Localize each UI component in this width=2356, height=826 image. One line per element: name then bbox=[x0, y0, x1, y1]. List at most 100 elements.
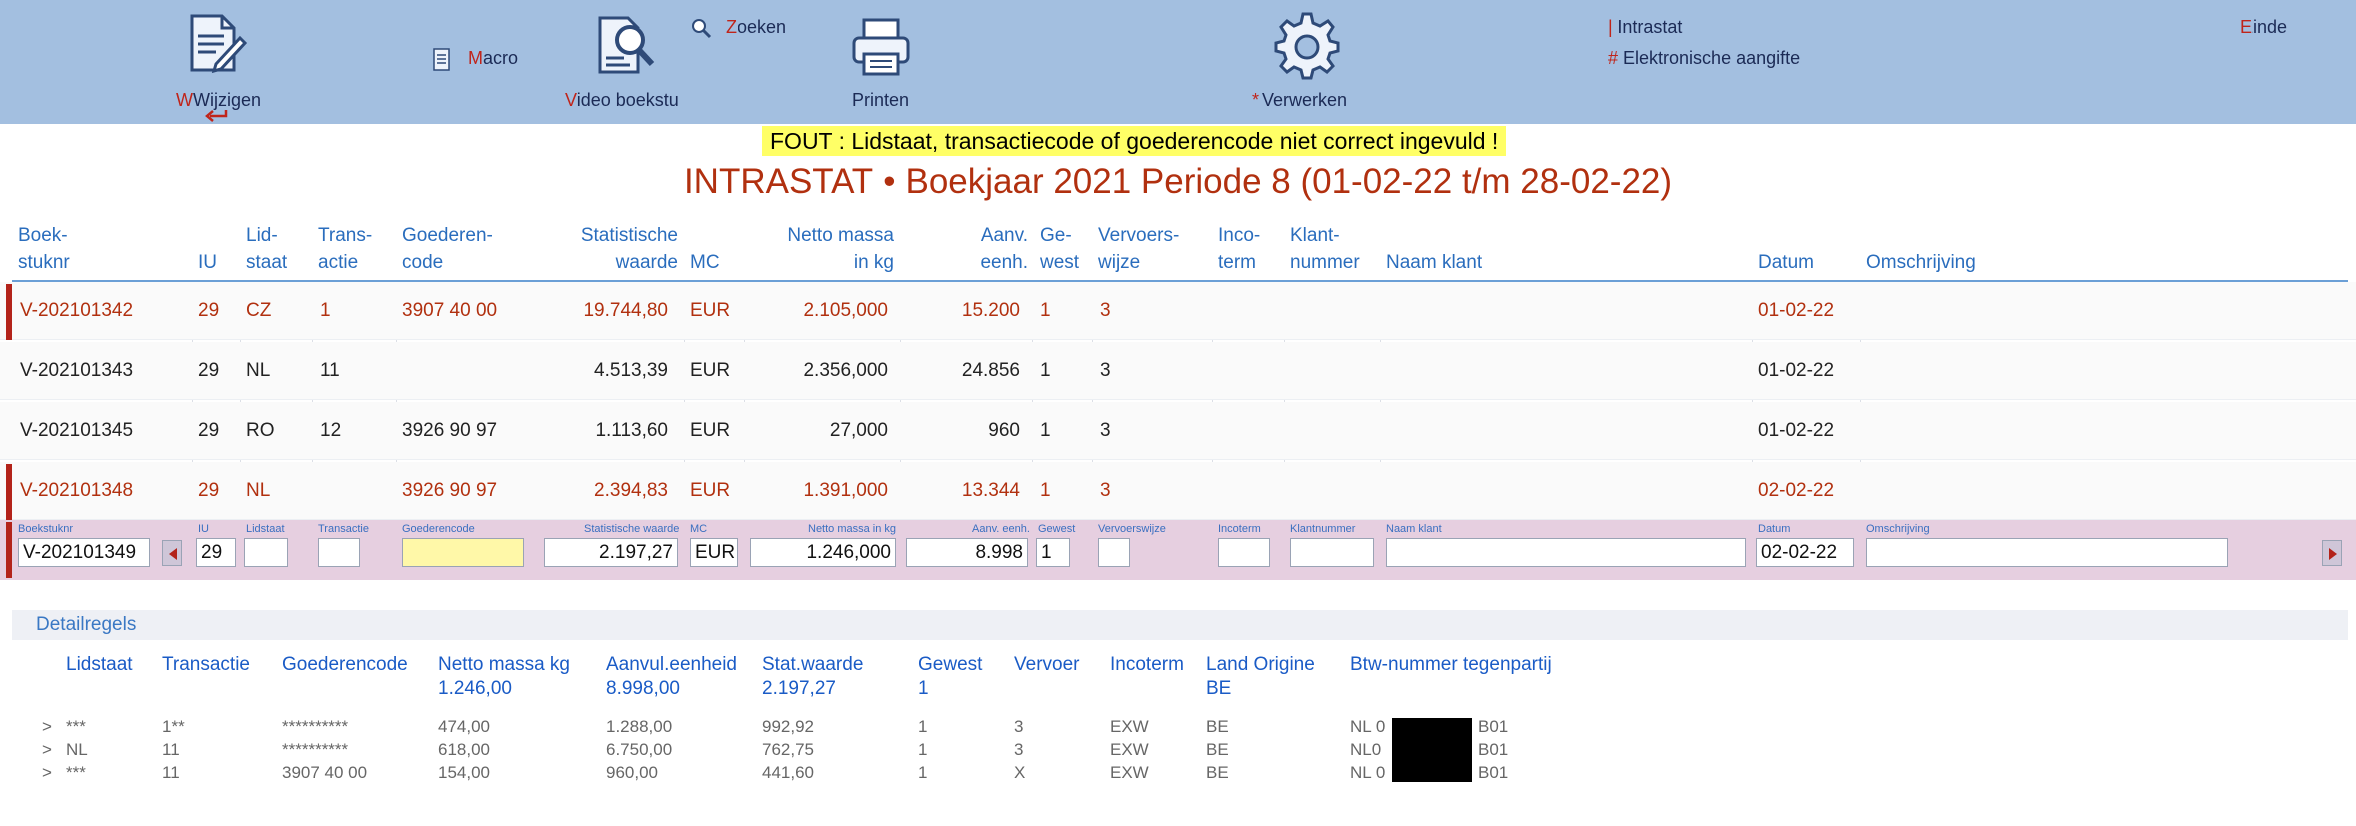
detail-incoterm: EXW bbox=[1110, 717, 1149, 736]
col-lidstaat[interactable]: Lid-staat bbox=[246, 222, 287, 276]
intrastat-link[interactable]: || Intrastat bbox=[1608, 17, 1682, 38]
table-row[interactable]: V-202101348 29 NL 3926 90 97 2.394,83 EU… bbox=[0, 462, 2356, 520]
cell-lidstaat: NL bbox=[246, 480, 271, 501]
detail-netto: 618,00 bbox=[438, 740, 490, 759]
detail-title: Detailregels bbox=[36, 614, 137, 635]
col-statwaarde[interactable]: Statistische waarde bbox=[540, 222, 678, 276]
goederencode-input[interactable] bbox=[402, 538, 524, 567]
mc-input[interactable]: EUR bbox=[690, 538, 738, 567]
wijzigen-button[interactable]: WWijzigen bbox=[170, 8, 261, 122]
cell-netto: 2.356,000 bbox=[803, 360, 888, 381]
label-transactie: Transactie bbox=[318, 523, 369, 535]
einde-button[interactable]: EEinde bbox=[2240, 17, 2287, 38]
detail-netto: 474,00 bbox=[438, 717, 490, 736]
document-search-icon bbox=[598, 16, 655, 74]
cell-vervoer: 3 bbox=[1100, 360, 1111, 381]
aanv-input[interactable]: 8.998 bbox=[906, 538, 1028, 567]
arrow-left-icon bbox=[169, 548, 177, 560]
statwaarde-input[interactable]: 2.197,27 bbox=[544, 538, 678, 567]
detail-goederencode: 3907 40 00 bbox=[282, 763, 368, 782]
col-goederencode[interactable]: Goederen-code bbox=[402, 222, 493, 276]
cell-iu: 29 bbox=[198, 360, 220, 381]
detail-incoterm: EXW bbox=[1110, 740, 1149, 759]
detail-line-marker: > bbox=[42, 717, 52, 736]
detail-hdr-goederencode: Goederencode bbox=[282, 654, 408, 675]
detail-incoterm: EXW bbox=[1110, 763, 1149, 782]
detail-btw-prefix: NL0 bbox=[1350, 740, 1382, 759]
col-vervoer[interactable]: Vervoers-wijze bbox=[1098, 222, 1179, 276]
detail-btw-prefix: NL 0 bbox=[1350, 717, 1386, 736]
col-aanv[interactable]: Aanv. eenh. bbox=[920, 222, 1028, 276]
netto-input[interactable]: 1.246,000 bbox=[750, 538, 896, 567]
previous-record-button[interactable] bbox=[162, 540, 182, 566]
lidstaat-input[interactable] bbox=[244, 538, 288, 567]
label-aanv: Aanv. eenh. bbox=[972, 523, 1030, 535]
label-klantnr: Klantnummer bbox=[1290, 523, 1356, 535]
col-datum[interactable]: Datum bbox=[1758, 249, 1814, 276]
verwerken-button[interactable]: ** Verwerken bbox=[1240, 8, 1370, 120]
table-row[interactable]: V-202101345 29 RO 12 3926 90 97 1.113,60… bbox=[0, 402, 2356, 460]
cell-netto: 27,000 bbox=[829, 420, 888, 441]
col-iu[interactable]: IU bbox=[198, 249, 217, 276]
page-title-period: Boekjaar 2021 Periode 8 (01-02-22 t/m 28… bbox=[905, 162, 1673, 201]
datum-input[interactable]: 02-02-22 bbox=[1756, 538, 1854, 567]
detail-line-marker: > bbox=[42, 763, 52, 782]
col-omschrijving[interactable]: Omschrijving bbox=[1866, 249, 1976, 276]
cell-gewest: 1 bbox=[1040, 360, 1051, 381]
col-incoterm[interactable]: Inco-term bbox=[1218, 222, 1260, 276]
vervoer-input[interactable] bbox=[1098, 538, 1130, 567]
detail-vervoer: 3 bbox=[1014, 717, 1024, 736]
elektronische-aangifte-link[interactable]: ## Elektronische aangifte bbox=[1608, 48, 1812, 69]
detail-land: BE bbox=[1206, 717, 1229, 736]
gewest-input[interactable]: 1 bbox=[1036, 538, 1070, 567]
detail-hdr-netto: Netto massa kg bbox=[438, 654, 570, 675]
col-netto[interactable]: Netto massa in kg bbox=[746, 222, 894, 276]
cell-lidstaat: CZ bbox=[246, 300, 272, 321]
cell-iu: 29 bbox=[198, 300, 220, 321]
detail-total-netto: 1.246,00 bbox=[438, 678, 512, 699]
elektronische-aangifte-label: # Elektronische aangifte bbox=[1608, 48, 1801, 68]
printen-button[interactable]: Printen bbox=[836, 8, 926, 120]
title-separator: • bbox=[883, 162, 896, 201]
label-incoterm: Incoterm bbox=[1218, 523, 1261, 535]
cell-iu: 29 bbox=[198, 420, 220, 441]
col-naam[interactable]: Naam klant bbox=[1386, 249, 1482, 276]
toolbar: WWijzigen M Macro VVideo boekstu Z Zoeke… bbox=[0, 0, 2356, 124]
error-row-marker bbox=[6, 284, 12, 340]
naam-input[interactable] bbox=[1386, 538, 1746, 567]
cell-netto: 1.391,000 bbox=[803, 480, 888, 501]
edit-row: Boekstuknr V-202101349 IU 29 Lidstaat Tr… bbox=[0, 520, 2356, 580]
incoterm-input[interactable] bbox=[1218, 538, 1270, 567]
klantnr-input[interactable] bbox=[1290, 538, 1374, 567]
return-arrow-icon bbox=[205, 110, 228, 122]
table-row[interactable]: V-202101343 29 NL 11 4.513,39 EUR 2.356,… bbox=[0, 342, 2356, 400]
col-klantnr[interactable]: Klant-nummer bbox=[1290, 222, 1360, 276]
printer-icon bbox=[852, 18, 910, 76]
cell-aanv: 960 bbox=[988, 420, 1020, 441]
cell-vervoer: 3 bbox=[1100, 300, 1111, 321]
arrow-right-icon bbox=[2329, 548, 2337, 560]
col-mc[interactable]: MC bbox=[690, 249, 720, 276]
detail-transactie: 1** bbox=[162, 717, 185, 736]
next-record-button[interactable] bbox=[2322, 540, 2342, 566]
label-statwaarde: Statistische waarde bbox=[584, 523, 680, 535]
detail-line-marker: > bbox=[42, 740, 52, 759]
table-row[interactable]: V-202101342 29 CZ 1 3907 40 00 19.744,80… bbox=[0, 282, 2356, 340]
cell-goederencode: 3926 90 97 bbox=[402, 420, 498, 441]
cell-vervoer: 3 bbox=[1100, 480, 1111, 501]
cell-goederencode: 3907 40 00 bbox=[402, 300, 498, 321]
cell-mc: EUR bbox=[690, 480, 731, 501]
col-gewest[interactable]: Ge-west bbox=[1040, 222, 1079, 276]
cell-statwaarde: 2.394,83 bbox=[594, 480, 668, 501]
col-boekstuknr[interactable]: Boek-stuknr bbox=[18, 222, 70, 276]
boekstuknr-input[interactable]: V-202101349 bbox=[18, 538, 150, 567]
detail-hdr-aanvul: Aanvul.eenheid bbox=[606, 654, 737, 675]
cell-lidstaat: RO bbox=[246, 420, 275, 441]
iu-input[interactable]: 29 bbox=[196, 538, 236, 567]
omschrijving-input[interactable] bbox=[1866, 538, 2228, 567]
transactie-input[interactable] bbox=[318, 538, 360, 567]
label-netto: Netto massa in kg bbox=[808, 523, 897, 535]
col-transactie[interactable]: Trans-actie bbox=[318, 222, 372, 276]
video-boekstuk-button[interactable]: VVideo boekstu bbox=[562, 8, 692, 120]
detail-statwaarde: 441,60 bbox=[762, 763, 814, 782]
